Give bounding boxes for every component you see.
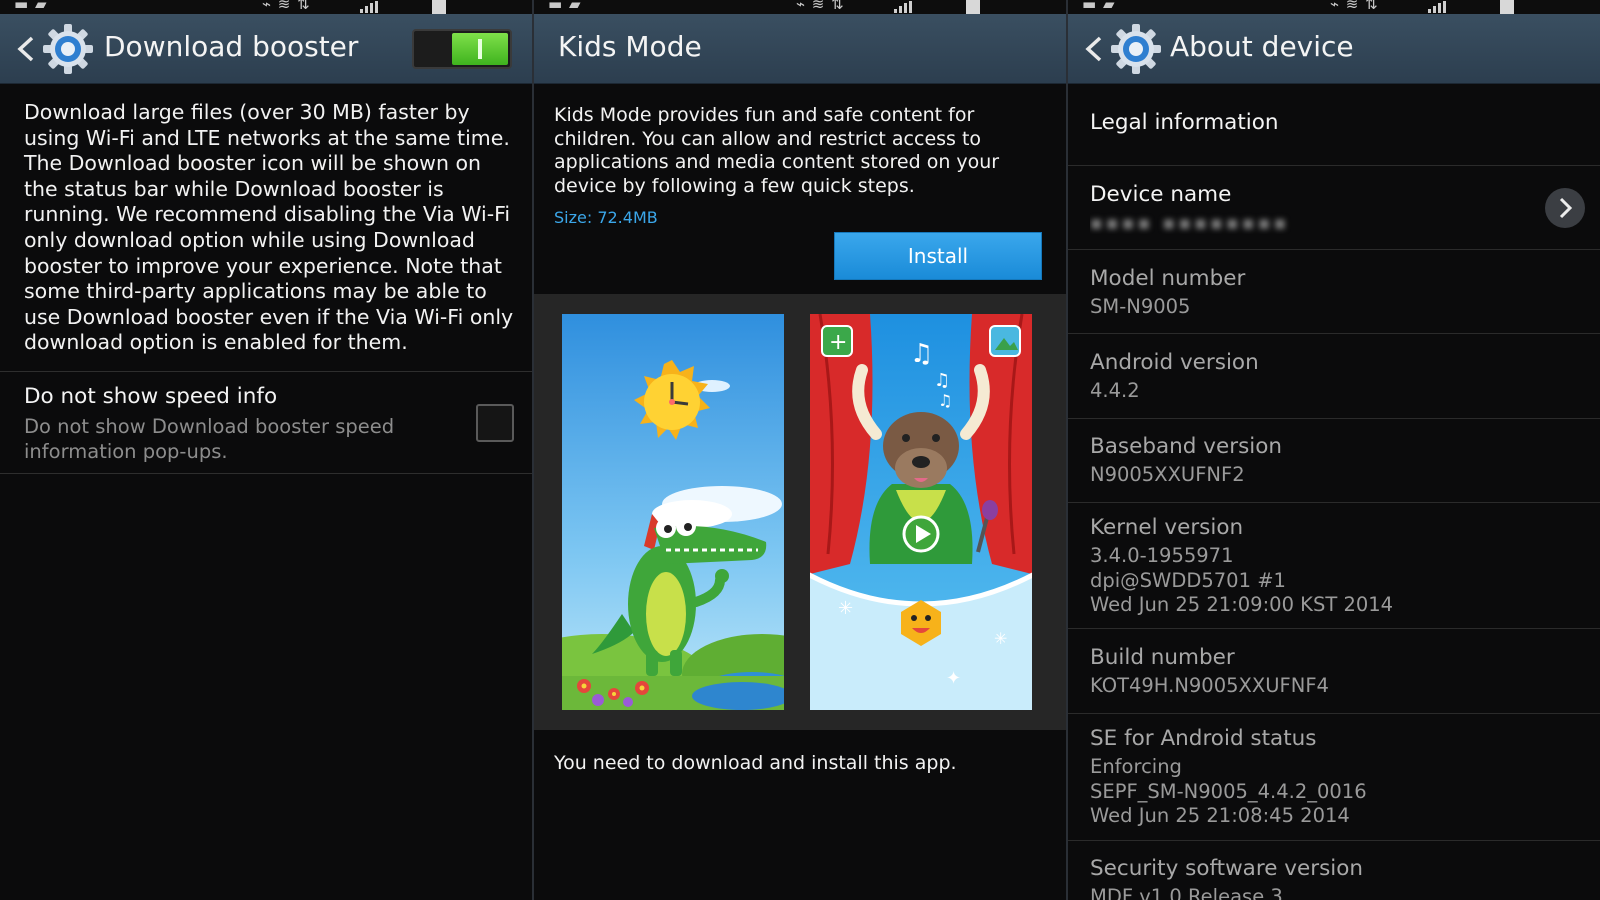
download-booster-description: Download large files (over 30 MB) faster… [24,100,514,355]
notification-icon: ▬ ▰ [548,0,582,13]
app-screenshot-moose[interactable]: ♫ ♫ ♫ + ✳ ✳ ✦ [810,314,1032,710]
kids-mode-screen: ▬ ▰ ⌁ ≋ ⇅ Kids Mode Kids Mode provides f… [534,0,1066,900]
screen-title: About device [1170,30,1354,63]
divider [1068,628,1600,629]
item-title: Model number [1090,266,1246,291]
app-screenshots: ♫ ♫ ♫ + ✳ ✳ ✦ [534,294,1066,730]
notification-icon: ▬ ▰ [14,0,48,13]
download-booster-screen: ▬ ▰ ⌁ ≋ ⇅ Download booster Download larg… [0,0,532,900]
svg-text:✳: ✳ [994,629,1007,648]
moose-illustration: ♫ ♫ ♫ + ✳ ✳ ✦ [810,314,1032,710]
signal-icon [1428,1,1446,13]
item-title: Device name [1090,182,1232,207]
svg-text:♫: ♫ [910,339,933,369]
crocodile-illustration [562,314,784,710]
battery-icon [1500,0,1514,14]
svg-text:♫: ♫ [934,370,950,391]
divider [1068,502,1600,503]
svg-text:+: + [829,330,847,355]
svg-text:♫: ♫ [938,391,952,410]
divider [1068,165,1600,166]
item-value: N9005XXUFNF2 [1090,463,1245,486]
app-screenshot-crocodile[interactable] [562,314,784,710]
item-title: Build number [1090,645,1235,670]
divider [1068,249,1600,250]
toggle-on-track [452,33,508,65]
item-value: 3.4.0-1955971 dpi@SWDD5701 #1 Wed Jun 25… [1090,544,1394,616]
settings-gear-icon [43,24,93,74]
action-bar: Download booster [0,14,532,84]
screen-title: Download booster [104,30,359,63]
notification-icon: ▬ ▰ [1082,0,1116,13]
divider [0,473,532,474]
back-arrow-icon[interactable] [1082,35,1106,63]
download-booster-toggle[interactable] [412,29,512,69]
signal-icon [894,1,912,13]
divider [0,371,532,372]
divider [1068,713,1600,714]
item-value: SM-N9005 [1090,295,1191,318]
item-title: Security software version [1090,856,1364,881]
speed-info-checkbox[interactable] [476,404,514,442]
divider [1068,840,1600,841]
item-title: SE for Android status [1090,726,1317,751]
status-bar: ▬ ▰ ⌁ ≋ ⇅ [0,0,532,14]
device-name-value-redacted: ▪▪▪▪ ▪▪▪▪▪▪▪▪ ▪ [1090,212,1290,234]
action-bar: Kids Mode [534,14,1066,84]
item-value: 4.4.2 [1090,379,1140,402]
item-title: Baseband version [1090,434,1283,459]
battery-icon [432,0,446,14]
option-title: Do not show speed info [24,384,278,409]
about-device-screen: ▬ ▰ ⌁ ≋ ⇅ About device Legal information… [1068,0,1600,900]
divider [1068,418,1600,419]
connectivity-icon: ⌁ ≋ ⇅ [796,0,845,13]
connectivity-icon: ⌁ ≋ ⇅ [1330,0,1379,13]
option-subtitle: Do not show Download booster speed infor… [24,415,395,463]
action-bar: About device [1068,14,1600,84]
divider [1068,333,1600,334]
toggle-knob [478,39,482,59]
battery-icon [966,0,980,14]
chevron-right-icon [1559,197,1573,219]
svg-text:✳: ✳ [838,598,853,619]
screen-title: Kids Mode [558,30,702,63]
item-value: MDF v1.0 Release 3 [1090,885,1283,900]
item-title: Android version [1090,350,1259,375]
connectivity-icon: ⌁ ≋ ⇅ [262,0,311,13]
signal-icon [360,1,378,13]
svg-text:✦: ✦ [946,668,961,689]
status-bar: ▬ ▰ ⌁ ≋ ⇅ [534,0,1066,14]
back-arrow-icon[interactable] [14,35,38,63]
status-bar: ▬ ▰ ⌁ ≋ ⇅ [1068,0,1600,14]
install-note: You need to download and install this ap… [554,752,957,774]
app-size-label: Size: 72.4MB [554,208,658,227]
device-name-edit-button[interactable] [1545,188,1585,228]
item-title: Legal information [1090,110,1279,135]
item-title: Kernel version [1090,515,1244,540]
install-button[interactable]: Install [834,232,1042,280]
kids-mode-description: Kids Mode provides fun and safe content … [554,104,1000,197]
item-value: KOT49H.N9005XXUFNF4 [1090,674,1329,697]
settings-gear-icon [1111,24,1161,74]
item-value: Enforcing SEPF_SM-N9005_4.4.2_0016 Wed J… [1090,755,1367,827]
